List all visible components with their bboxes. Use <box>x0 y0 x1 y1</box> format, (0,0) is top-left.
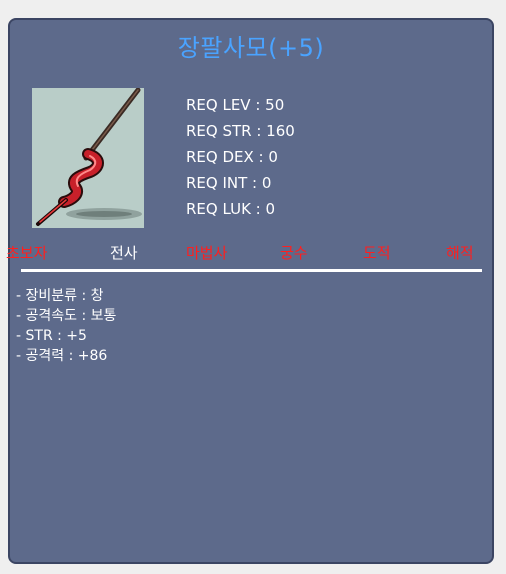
job-beginner: 초보자 <box>6 244 48 262</box>
req-int: REQ INT : 0 <box>186 174 272 192</box>
job-bowman: 궁수 <box>280 244 308 262</box>
stat-list: - 장비분류 : 창 - 공격속도 : 보통 - STR : +5 - 공격력 … <box>16 286 116 366</box>
stat-attack-speed: - 공격속도 : 보통 <box>16 308 117 324</box>
divider <box>21 269 482 272</box>
requirements-list: REQ LEV : 50 REQ STR : 160 REQ DEX : 0 R… <box>186 92 295 222</box>
req-level: REQ LEV : 50 <box>186 96 285 114</box>
spear-icon <box>32 87 144 228</box>
stat-str: - STR : +5 <box>16 328 87 344</box>
job-warrior: 전사 <box>110 244 138 262</box>
req-luk: REQ LUK : 0 <box>186 200 276 218</box>
item-tooltip: 장팔사모(+5) REQ LEV : 50 REQ STR : 160 REQ … <box>6 18 496 564</box>
item-name: 장팔사모(+5) <box>177 34 325 62</box>
job-list: 초보자 전사 마법사 궁수 도적 해적 <box>6 236 496 266</box>
job-thief: 도적 <box>363 244 391 262</box>
stat-attack: - 공격력 : +86 <box>16 348 108 364</box>
stat-category: - 장비분류 : 창 <box>16 288 104 304</box>
req-str: REQ STR : 160 <box>186 122 295 140</box>
job-pirate: 해적 <box>446 244 474 262</box>
job-magician: 마법사 <box>186 244 228 262</box>
req-dex: REQ DEX : 0 <box>186 148 278 166</box>
